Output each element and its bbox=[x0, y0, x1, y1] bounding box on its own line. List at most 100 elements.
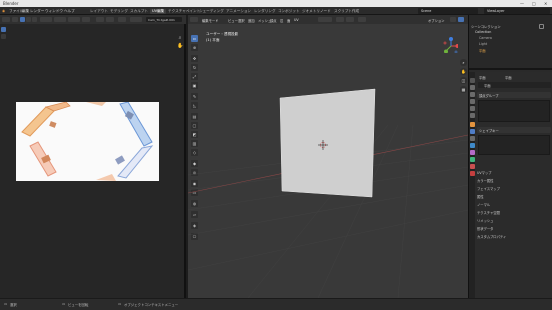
navigation-gizmo[interactable] bbox=[442, 37, 458, 53]
perspective-toggle-icon[interactable]: ▦ bbox=[460, 86, 467, 93]
camera-view-icon[interactable]: ◫ bbox=[460, 77, 467, 84]
tab-compositing[interactable]: コンポジット bbox=[278, 9, 300, 14]
tab-scripting[interactable]: スクリプト作成 bbox=[334, 9, 359, 14]
panel-texture-space[interactable]: テクスチャ空間 bbox=[477, 210, 500, 215]
view-layer-tab-icon[interactable] bbox=[469, 99, 475, 104]
select-menu[interactable] bbox=[54, 17, 66, 22]
status-mouse-right-icon: ▭ bbox=[118, 302, 122, 306]
scene-selector[interactable]: Scene bbox=[418, 8, 478, 14]
pivot-button[interactable] bbox=[96, 17, 104, 22]
texture-tab-icon[interactable] bbox=[469, 171, 475, 176]
menu-edit[interactable]: 編集 bbox=[22, 9, 29, 14]
uv-sync-button[interactable] bbox=[12, 17, 18, 22]
uv-texture-artwork bbox=[21, 102, 154, 181]
pan-view-icon[interactable]: ✋ bbox=[460, 68, 467, 75]
image-browse-button[interactable] bbox=[130, 17, 142, 22]
uv-menu[interactable] bbox=[82, 17, 90, 22]
vertex-groups-list[interactable] bbox=[478, 100, 550, 122]
pan-hand-icon[interactable]: ✋ bbox=[177, 43, 183, 49]
outliner-item-plane[interactable]: 平面 bbox=[479, 48, 486, 53]
tab-shading[interactable]: シェーディング bbox=[199, 9, 224, 14]
maximize-button[interactable]: □ bbox=[532, 1, 536, 6]
filter-icon[interactable] bbox=[539, 24, 544, 29]
image-menu[interactable] bbox=[68, 17, 80, 22]
edge-select-button[interactable] bbox=[26, 17, 31, 22]
tweak-tool-icon[interactable] bbox=[1, 27, 6, 32]
pinned-object-name: 平面 bbox=[479, 76, 486, 80]
menu-help[interactable]: ヘルプ bbox=[64, 9, 75, 14]
minimize-button[interactable]: — bbox=[520, 1, 524, 6]
close-button[interactable]: ✕ bbox=[544, 1, 547, 6]
object-tab-icon[interactable] bbox=[469, 122, 475, 127]
zoom-view-icon[interactable]: ⌕ bbox=[460, 59, 467, 66]
output-tab-icon[interactable] bbox=[469, 92, 475, 97]
world-tab-icon[interactable] bbox=[469, 113, 475, 118]
panel-color-attributes[interactable]: カラー属性 bbox=[477, 178, 493, 183]
tab-animation[interactable]: アニメーション bbox=[226, 9, 251, 14]
uv-editor[interactable]: Cam_Tri.tga#.001 ⌕ ✋ bbox=[0, 15, 186, 301]
uv-texture-image bbox=[16, 102, 159, 181]
tab-texture-paint[interactable]: テクスチャペイント bbox=[168, 9, 200, 14]
panel-remesh[interactable]: リメッシュ bbox=[477, 218, 493, 223]
mesh-data-tab-icon[interactable] bbox=[469, 157, 475, 162]
panel-custom-properties[interactable]: カスタムプロパティ bbox=[477, 234, 506, 239]
status-bar: ▭ 選択 ▭ ビューを回転 ▭ オブジェクトコンテキストメニュー bbox=[0, 298, 552, 310]
select-box-tool-icon[interactable] bbox=[1, 34, 6, 39]
vertex-groups-header[interactable]: 頂点グループ bbox=[477, 92, 551, 98]
outliner-item-camera[interactable]: Camera bbox=[479, 36, 492, 40]
zoom-icon[interactable]: ⌕ bbox=[177, 35, 183, 41]
proportional-button[interactable] bbox=[118, 17, 126, 22]
scene-tab-icon[interactable] bbox=[469, 106, 475, 111]
3d-viewport[interactable]: 編集モード ビュー 選択 追加 メッシュ 頂点 辺 面 UV オプション ユーザ… bbox=[188, 15, 468, 298]
vertex-select-button[interactable] bbox=[20, 17, 25, 22]
tab-geometry-nodes[interactable]: ジオメトリノード bbox=[302, 9, 331, 14]
panel-attributes[interactable]: 属性 bbox=[477, 194, 484, 199]
shape-keys-list[interactable] bbox=[478, 135, 550, 155]
menu-render[interactable]: レンダー bbox=[30, 9, 44, 14]
shape-keys-header[interactable]: シェイプキー bbox=[477, 127, 551, 133]
menu-window[interactable]: ウィンドウ bbox=[45, 9, 63, 14]
outliner[interactable]: シーンコレクション Collection Camera Light 平面 bbox=[469, 15, 552, 70]
plane-mesh[interactable] bbox=[279, 88, 376, 198]
physics-tab-icon[interactable] bbox=[469, 143, 475, 148]
panel-uv-maps[interactable]: UVマップ bbox=[477, 170, 492, 175]
tab-sculpt[interactable]: スカルプト bbox=[130, 9, 148, 14]
panel-normals[interactable]: ノーマル bbox=[477, 202, 490, 207]
outliner-item-scene-collection[interactable]: シーンコレクション bbox=[471, 24, 501, 29]
view-layer-selector[interactable]: ViewLayer bbox=[484, 8, 550, 14]
panel-geometry-data[interactable]: 形状データ bbox=[477, 226, 493, 231]
viewport-scene bbox=[188, 88, 468, 298]
editor-type-button[interactable] bbox=[2, 17, 10, 22]
constraints-tab-icon[interactable] bbox=[469, 150, 475, 155]
uv-editor-header: Cam_Tri.tga#.001 bbox=[0, 15, 186, 24]
view-menu[interactable] bbox=[40, 17, 52, 22]
panel-face-maps[interactable]: フェイスマップ bbox=[477, 186, 500, 191]
tab-layout[interactable]: レイアウト bbox=[90, 9, 108, 14]
tool-tab-icon[interactable] bbox=[469, 78, 475, 83]
title-bar: Blender — □ ✕ bbox=[0, 0, 552, 7]
window-title: Blender bbox=[3, 1, 19, 6]
status-mouse-middle-icon: ▭ bbox=[62, 302, 66, 306]
pinned-data-name: 平面 bbox=[505, 76, 512, 80]
outliner-item-collection[interactable]: Collection bbox=[475, 30, 491, 34]
status-mouse-left-icon: ▭ bbox=[4, 302, 8, 306]
properties-editor[interactable]: 平面 平面 平面 頂点グループ シェイプキー UVマップ カラー属性 フェイスマ… bbox=[469, 72, 552, 298]
snap-button[interactable] bbox=[106, 17, 114, 22]
status-select: 選択 bbox=[10, 303, 17, 307]
outliner-item-light[interactable]: Light bbox=[479, 42, 487, 46]
tab-modeling[interactable]: モデリング bbox=[110, 9, 128, 14]
render-tab-icon[interactable] bbox=[469, 85, 475, 90]
top-bar: ◉ ファイル 編集 レンダー ウィンドウ ヘルプ レイアウト モデリング スカル… bbox=[0, 7, 552, 15]
face-select-button[interactable] bbox=[32, 17, 37, 22]
data-name-field[interactable]: 平面 bbox=[478, 82, 551, 88]
tab-rendering[interactable]: レンダリング bbox=[254, 9, 276, 14]
material-tab-icon[interactable] bbox=[469, 164, 475, 169]
image-filename-field[interactable]: Cam_Tri.tga#.001 bbox=[146, 17, 182, 22]
modifier-tab-icon[interactable] bbox=[469, 129, 475, 134]
tab-uv-editing[interactable]: UV編集 bbox=[150, 9, 167, 14]
properties-tabs bbox=[469, 72, 475, 298]
blender-logo-icon[interactable]: ◉ bbox=[2, 9, 5, 13]
particles-tab-icon[interactable] bbox=[469, 136, 475, 141]
right-panels: シーンコレクション Collection Camera Light 平面 平面 … bbox=[468, 15, 552, 298]
status-context-menu: オブジェクトコンテキストメニュー bbox=[124, 303, 179, 307]
